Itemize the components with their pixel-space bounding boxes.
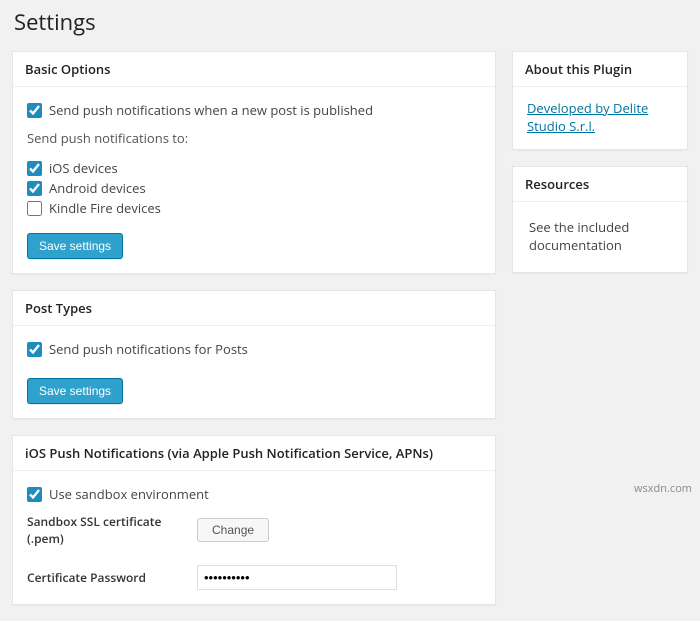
postbox-ios-push: iOS Push Notifications (via Apple Push N… (12, 435, 496, 605)
checkbox-ios-devices-input[interactable] (27, 161, 42, 176)
checkbox-ios-devices-label: iOS devices (49, 159, 118, 177)
developed-by-link[interactable]: Developed by Delite Studio S.r.l. (527, 99, 648, 135)
checkbox-ios-devices[interactable]: iOS devices (27, 159, 481, 177)
postbox-basic-options: Basic Options Send push notifications wh… (12, 51, 496, 274)
heading-about-plugin: About this Plugin (513, 52, 687, 87)
checkbox-sandbox-input[interactable] (27, 487, 42, 502)
checkbox-android-devices-label: Android devices (49, 179, 146, 197)
cert-password-input[interactable] (197, 565, 397, 590)
checkbox-kindle-devices-input[interactable] (27, 201, 42, 216)
checkbox-sandbox[interactable]: Use sandbox environment (27, 485, 481, 503)
checkbox-android-devices[interactable]: Android devices (27, 179, 481, 197)
cert-password-label: Certificate Password (27, 569, 197, 586)
watermark: wsxdn.com (634, 481, 692, 496)
heading-post-types: Post Types (13, 291, 495, 326)
resources-text: See the included documentation (527, 214, 673, 258)
checkbox-send-on-publish-input[interactable] (27, 103, 42, 118)
checkbox-send-on-publish-label: Send push notifications when a new post … (49, 101, 373, 119)
heading-resources: Resources (513, 167, 687, 202)
heading-basic-options: Basic Options (13, 52, 495, 87)
checkbox-kindle-devices[interactable]: Kindle Fire devices (27, 199, 481, 217)
heading-ios-push: iOS Push Notifications (via Apple Push N… (13, 436, 495, 471)
postbox-post-types: Post Types Send push notifications for P… (12, 290, 496, 419)
cert-label: Sandbox SSL certificate (.pem) (27, 513, 197, 547)
checkbox-android-devices-input[interactable] (27, 181, 42, 196)
change-cert-button[interactable]: Change (197, 518, 269, 542)
send-to-label: Send push notifications to: (27, 129, 481, 147)
save-button-basic[interactable]: Save settings (27, 233, 123, 259)
save-button-post-types[interactable]: Save settings (27, 378, 123, 404)
postbox-resources: Resources See the included documentation (512, 166, 688, 273)
checkbox-posts[interactable]: Send push notifications for Posts (27, 340, 481, 358)
checkbox-send-on-publish[interactable]: Send push notifications when a new post … (27, 101, 481, 119)
checkbox-posts-label: Send push notifications for Posts (49, 340, 248, 358)
postbox-about-plugin: About this Plugin Developed by Delite St… (512, 51, 688, 150)
checkbox-sandbox-label: Use sandbox environment (49, 485, 209, 503)
checkbox-kindle-devices-label: Kindle Fire devices (49, 199, 161, 217)
page-title: Settings (14, 7, 688, 37)
checkbox-posts-input[interactable] (27, 342, 42, 357)
